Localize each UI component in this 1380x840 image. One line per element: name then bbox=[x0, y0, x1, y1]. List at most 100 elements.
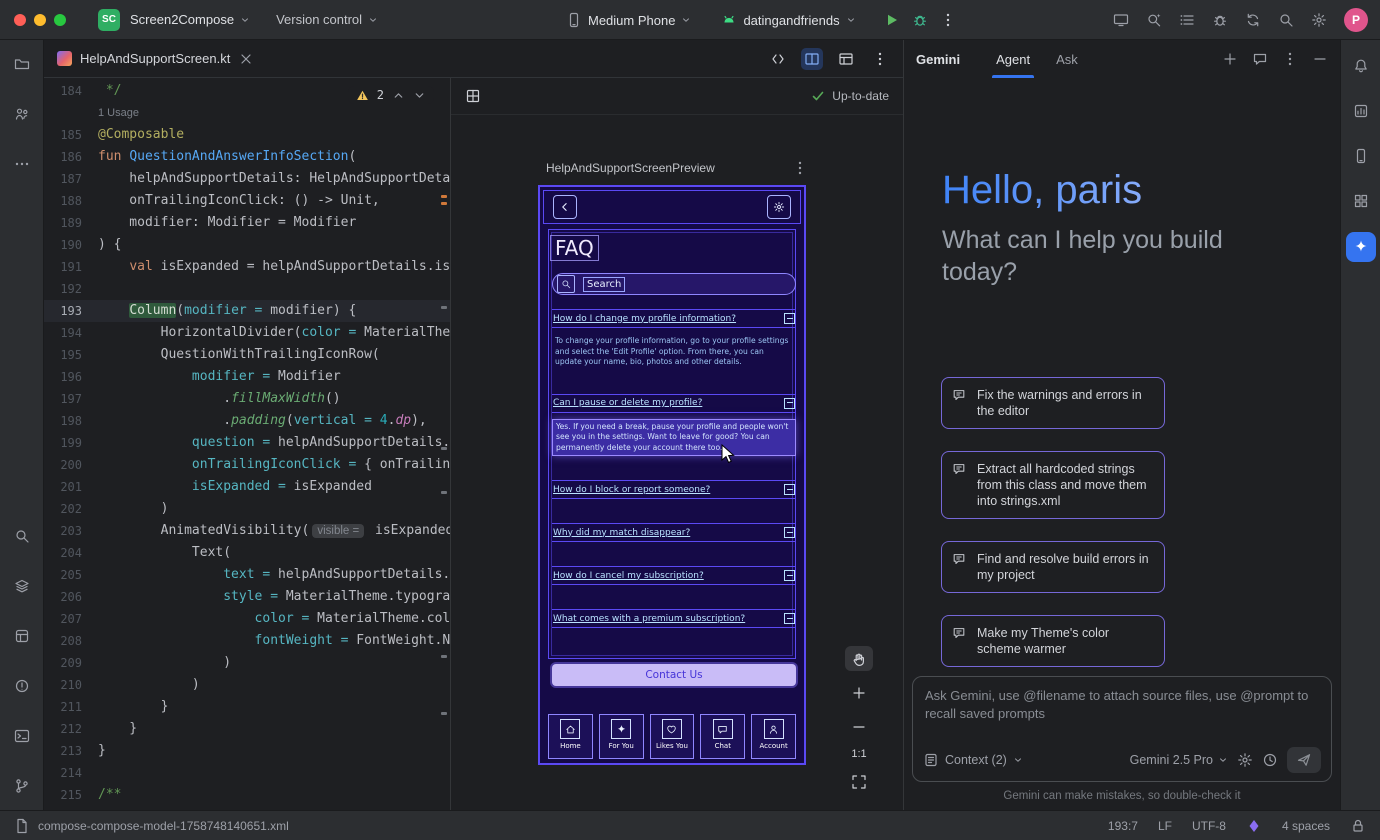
line-number[interactable]: 190 bbox=[44, 234, 98, 256]
code-line[interactable]: 187 helpAndSupportDetails: HelpAndSuppor… bbox=[44, 168, 450, 190]
error-stripe[interactable] bbox=[440, 78, 449, 810]
line-number[interactable]: 211 bbox=[44, 696, 98, 718]
gemini-prompt-input[interactable]: Ask Gemini, use @filename to attach sour… bbox=[912, 676, 1332, 782]
device-selector[interactable]: Medium Phone bbox=[566, 12, 691, 28]
suggestion-card[interactable]: Extract all hardcoded strings from this … bbox=[941, 451, 1165, 519]
ai-status-icon[interactable] bbox=[1246, 818, 1262, 834]
tab-helpandsupportscreen[interactable]: HelpAndSupportScreen.kt bbox=[44, 40, 267, 77]
code-line[interactable]: 211 } bbox=[44, 696, 450, 718]
line-number[interactable]: 184 bbox=[44, 80, 98, 102]
search-icon[interactable] bbox=[1278, 12, 1294, 28]
phone-preview-canvas[interactable]: FAQ Search How do I change my profile in… bbox=[538, 185, 806, 765]
project-selector[interactable]: Screen2Compose bbox=[130, 12, 250, 27]
suggestion-card[interactable]: Make my Theme's color scheme warmer bbox=[941, 615, 1165, 667]
bug-report-icon[interactable] bbox=[1212, 12, 1228, 28]
line-number[interactable]: 196 bbox=[44, 366, 98, 388]
line-number[interactable]: 200 bbox=[44, 454, 98, 476]
line-number[interactable]: 192 bbox=[44, 278, 98, 300]
pan-mode-button[interactable] bbox=[845, 646, 873, 671]
line-number[interactable]: 214 bbox=[44, 762, 98, 784]
code-line[interactable]: 189 modifier: Modifier = Modifier bbox=[44, 212, 450, 234]
more-tool-windows-icon[interactable] bbox=[8, 150, 36, 178]
code-line[interactable]: 209 ) bbox=[44, 652, 450, 674]
chat-list-icon[interactable] bbox=[1252, 51, 1268, 67]
tab-ask[interactable]: Ask bbox=[1054, 40, 1080, 78]
line-number[interactable]: 195 bbox=[44, 344, 98, 366]
problems-icon[interactable] bbox=[8, 672, 36, 700]
line-number[interactable]: 215 bbox=[44, 784, 98, 806]
maximize-window-button[interactable] bbox=[54, 14, 66, 26]
line-number[interactable]: 186 bbox=[44, 146, 98, 168]
structure-list-icon[interactable] bbox=[1179, 12, 1195, 28]
split-view-button[interactable] bbox=[801, 48, 823, 70]
gemini-settings-icon[interactable] bbox=[1237, 752, 1253, 768]
code-line[interactable]: 188 onTrailingIconClick: () -> Unit, bbox=[44, 190, 450, 212]
line-number[interactable]: 199 bbox=[44, 432, 98, 454]
version-control-tool-icon[interactable] bbox=[8, 772, 36, 800]
find-tool-icon[interactable] bbox=[8, 522, 36, 550]
line-number[interactable]: 201 bbox=[44, 476, 98, 498]
run-configuration-selector[interactable]: datingandfriends bbox=[721, 12, 855, 28]
editor-options-button[interactable] bbox=[869, 48, 891, 70]
code-line[interactable]: 203 AnimatedVisibility(visible = isExpan… bbox=[44, 520, 450, 542]
line-number[interactable]: 204 bbox=[44, 542, 98, 564]
code-line[interactable]: 214 bbox=[44, 762, 450, 784]
more-actions-button[interactable] bbox=[940, 12, 956, 28]
code-line[interactable]: 195 QuestionWithTrailingIconRow( bbox=[44, 344, 450, 366]
line-number[interactable]: 210 bbox=[44, 674, 98, 696]
usages-inlay-hint[interactable]: 1 Usage bbox=[98, 107, 139, 119]
preview-options-icon[interactable] bbox=[792, 160, 808, 176]
notifications-icon[interactable] bbox=[1347, 52, 1375, 80]
settings-icon[interactable] bbox=[1311, 12, 1327, 28]
line-number[interactable]: 187 bbox=[44, 168, 98, 190]
device-mirroring-icon[interactable] bbox=[1113, 12, 1129, 28]
app-quality-insights-icon[interactable] bbox=[1347, 97, 1375, 125]
send-button[interactable] bbox=[1287, 747, 1321, 773]
code-line[interactable]: 208 fontWeight = FontWeight.Normal bbox=[44, 630, 450, 652]
line-number[interactable]: 213 bbox=[44, 740, 98, 762]
line-number[interactable]: 206 bbox=[44, 586, 98, 608]
code-line[interactable]: 194 HorizontalDivider(color = MaterialTh… bbox=[44, 322, 450, 344]
minimize-window-button[interactable] bbox=[34, 14, 46, 26]
code-line[interactable]: 201 isExpanded = isExpanded bbox=[44, 476, 450, 498]
code-line[interactable]: 193 Column(modifier = modifier) { bbox=[44, 300, 450, 322]
gradle-sync-icon[interactable] bbox=[1245, 12, 1261, 28]
code-view-button[interactable] bbox=[767, 48, 789, 70]
zoom-out-button[interactable] bbox=[845, 714, 873, 739]
code-editor[interactable]: 184 */1 Usage185@Composable186fun Questi… bbox=[44, 78, 450, 810]
line-number[interactable]: 208 bbox=[44, 630, 98, 652]
line-number[interactable]: 205 bbox=[44, 564, 98, 586]
preview-grid-layout-icon[interactable] bbox=[465, 88, 481, 104]
ai-search-icon[interactable] bbox=[1146, 12, 1162, 28]
inspections-widget[interactable]: 2 bbox=[348, 86, 434, 104]
code-line[interactable]: 197 .fillMaxWidth() bbox=[44, 388, 450, 410]
line-number[interactable]: 207 bbox=[44, 608, 98, 630]
close-window-button[interactable] bbox=[14, 14, 26, 26]
next-problem-icon[interactable] bbox=[413, 89, 426, 102]
line-number[interactable]: 188 bbox=[44, 190, 98, 212]
inlay-hint-row[interactable]: 1 Usage bbox=[44, 102, 450, 124]
line-number[interactable]: 203 bbox=[44, 520, 98, 542]
user-avatar[interactable]: P bbox=[1344, 8, 1368, 32]
line-number[interactable]: 191 bbox=[44, 256, 98, 278]
line-number[interactable]: 212 bbox=[44, 718, 98, 740]
line-number[interactable]: 198 bbox=[44, 410, 98, 432]
suggestion-card[interactable]: Find and resolve build errors in my proj… bbox=[941, 541, 1165, 593]
close-tab-icon[interactable] bbox=[238, 51, 254, 67]
code-line[interactable]: 191 val isExpanded = helpAndSupportDetai… bbox=[44, 256, 450, 278]
services-icon[interactable] bbox=[8, 622, 36, 650]
code-line[interactable]: 210 ) bbox=[44, 674, 450, 696]
more-options-icon[interactable] bbox=[1282, 51, 1298, 67]
caret-position[interactable]: 193:7 bbox=[1108, 819, 1138, 833]
code-line[interactable]: 185@Composable bbox=[44, 124, 450, 146]
pull-requests-icon[interactable] bbox=[8, 100, 36, 128]
code-line[interactable]: 215/** bbox=[44, 784, 450, 806]
line-number[interactable]: 193 bbox=[44, 300, 98, 322]
line-separator[interactable]: LF bbox=[1158, 819, 1172, 833]
code-line[interactable]: 205 text = helpAndSupportDetails.answer, bbox=[44, 564, 450, 586]
zoom-in-button[interactable] bbox=[845, 680, 873, 705]
build-variants-icon[interactable] bbox=[8, 572, 36, 600]
prompt-history-icon[interactable] bbox=[1262, 752, 1278, 768]
code-line[interactable]: 204 Text( bbox=[44, 542, 450, 564]
line-number[interactable]: 189 bbox=[44, 212, 98, 234]
